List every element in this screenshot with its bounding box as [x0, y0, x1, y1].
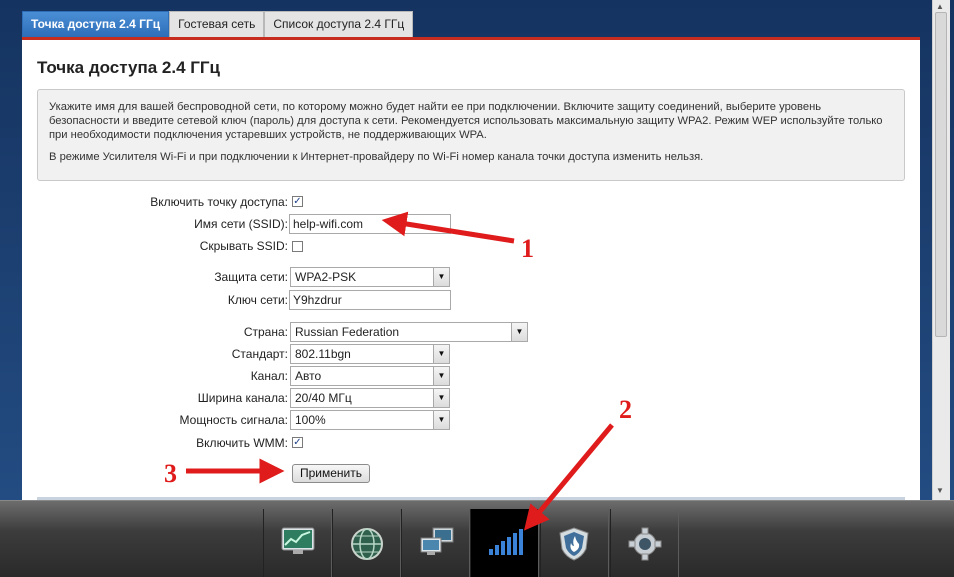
- annotation-overlay: [186, 211, 614, 531]
- annotation-number-2: 2: [619, 395, 632, 424]
- annotation-number-3: 3: [164, 459, 177, 488]
- annotation-number-1: 1: [521, 234, 534, 263]
- annotation-arrow-1: [381, 211, 515, 244]
- annotation-arrow-2: [523, 423, 614, 531]
